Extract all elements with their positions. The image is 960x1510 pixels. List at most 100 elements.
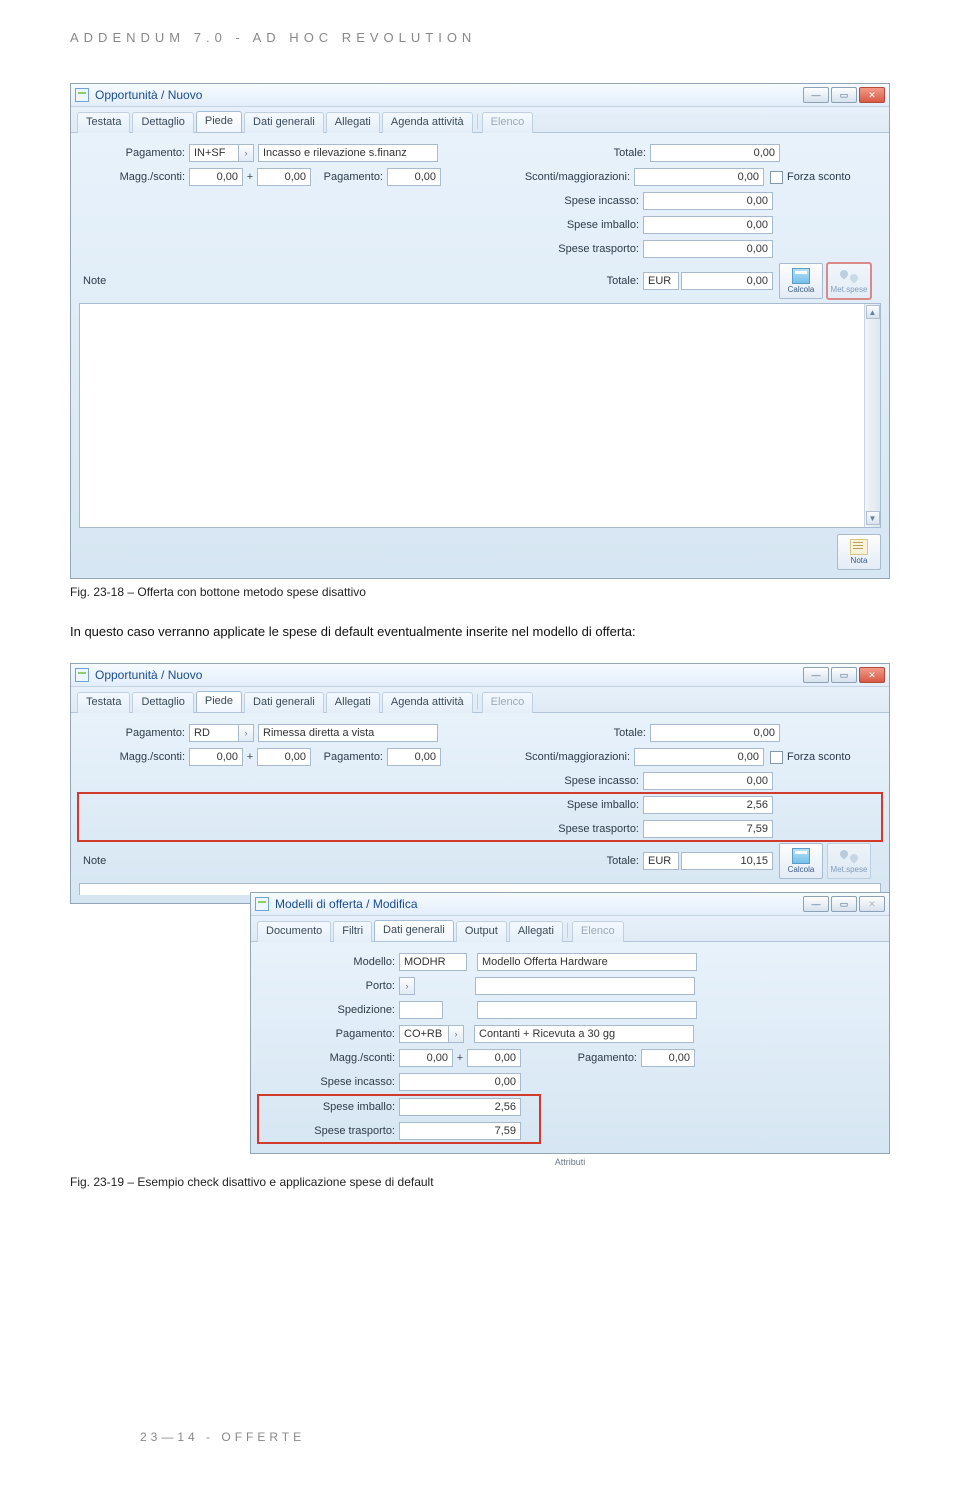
label-spedizione: Spedizione: (259, 1004, 399, 1016)
close-button[interactable]: ✕ (859, 667, 885, 683)
document-icon (75, 88, 89, 102)
forza-sconto-checkbox[interactable] (770, 171, 783, 184)
input-magg1[interactable]: 0,00 (189, 168, 243, 186)
tab-dati-generali[interactable]: Dati generali (374, 920, 454, 941)
tab-allegati[interactable]: Allegati (326, 692, 380, 713)
nota-button[interactable]: Nota (837, 534, 881, 570)
input-sped-code[interactable] (399, 1001, 443, 1019)
tab-testata[interactable]: Testata (77, 112, 130, 133)
tab-testata[interactable]: Testata (77, 692, 130, 713)
window-title: Opportunità / Nuovo (95, 668, 202, 682)
scroll-down-icon[interactable]: ▼ (866, 511, 880, 525)
lookup-pagamento-button[interactable]: › (448, 1025, 464, 1043)
input-sconti[interactable]: 0,00 (634, 748, 764, 766)
label-pagamento2: Pagamento: (521, 1052, 641, 1064)
titlebar: Opportunità / Nuovo — ▭ ✕ (71, 664, 889, 687)
label-spese-incasso: Spese incasso: (563, 195, 643, 207)
calcola-button[interactable]: Calcola (779, 843, 823, 879)
input-spese-trasporto[interactable]: 7,59 (643, 820, 773, 838)
input-magg2[interactable]: 0,00 (467, 1049, 521, 1067)
input-totale[interactable]: 0,00 (650, 144, 780, 162)
input-totale2[interactable]: 0,00 (681, 272, 773, 290)
input-mod-desc[interactable]: Modello Offerta Hardware (477, 953, 697, 971)
input-pag-desc[interactable]: Incasso e rilevazione s.finanz (258, 144, 438, 162)
label-spese-imballo: Spese imballo: (563, 799, 643, 811)
label-sconti: Sconti/maggiorazioni: (441, 171, 634, 183)
input-magg1[interactable]: 0,00 (399, 1049, 453, 1067)
input-spese-imballo[interactable]: 2,56 (399, 1098, 521, 1116)
label-totale2: Totale: (603, 275, 643, 287)
tab-filtri[interactable]: Filtri (333, 921, 372, 942)
input-pag2[interactable]: 0,00 (387, 748, 441, 766)
input-pag-code[interactable]: CO+RB (399, 1025, 449, 1043)
input-spese-incasso[interactable]: 0,00 (399, 1073, 521, 1091)
input-pag-desc[interactable]: Rimessa diretta a vista (258, 724, 438, 742)
input-spese-trasporto[interactable]: 7,59 (399, 1122, 521, 1140)
tab-elenco[interactable]: Elenco (482, 692, 534, 713)
figure-caption-2: Fig. 23-19 – Esempio check disattivo e a… (70, 1175, 890, 1189)
tab-dati-generali[interactable]: Dati generali (244, 112, 324, 133)
input-magg1[interactable]: 0,00 (189, 748, 243, 766)
input-totale[interactable]: 0,00 (650, 724, 780, 742)
input-totale2[interactable]: 10,15 (681, 852, 773, 870)
lookup-pagamento-button[interactable]: › (238, 144, 254, 162)
minimize-button[interactable]: — (803, 87, 829, 103)
maximize-button[interactable]: ▭ (831, 667, 857, 683)
tab-elenco[interactable]: Elenco (482, 112, 534, 133)
input-pag-code[interactable]: RD (189, 724, 239, 742)
input-pag2[interactable]: 0,00 (387, 168, 441, 186)
tab-allegati[interactable]: Allegati (326, 112, 380, 133)
method-icon (840, 268, 858, 284)
input-spese-incasso[interactable]: 0,00 (643, 192, 773, 210)
input-porto-desc[interactable] (475, 977, 695, 995)
lookup-porto-button[interactable]: › (399, 977, 415, 995)
label-forza: Forza sconto (787, 751, 851, 763)
input-magg2[interactable]: 0,00 (257, 168, 311, 186)
tab-elenco[interactable]: Elenco (572, 921, 624, 942)
figure-caption-1: Fig. 23-18 – Offerta con bottone metodo … (70, 585, 890, 599)
input-spese-incasso[interactable]: 0,00 (643, 772, 773, 790)
input-currency[interactable]: EUR (643, 272, 679, 290)
tab-agenda[interactable]: Agenda attività (382, 692, 473, 713)
label-sconti: Sconti/maggiorazioni: (441, 751, 634, 763)
titlebar: Opportunità / Nuovo — ▭ ✕ (71, 84, 889, 107)
input-pag-desc[interactable]: Contanti + Ricevuta a 30 gg (474, 1025, 694, 1043)
close-button[interactable]: ✕ (859, 896, 885, 912)
tab-agenda[interactable]: Agenda attività (382, 112, 473, 133)
met-spese-button[interactable]: Met.spese (827, 263, 871, 299)
minimize-button[interactable]: — (803, 896, 829, 912)
tab-dettaglio[interactable]: Dettaglio (132, 112, 193, 133)
input-sped-desc[interactable] (477, 1001, 697, 1019)
lookup-pagamento-button[interactable]: › (238, 724, 254, 742)
window-opportunita-2: Opportunità / Nuovo — ▭ ✕ Testata Dettag… (70, 663, 890, 904)
input-pag-code[interactable]: IN+SF (189, 144, 239, 162)
input-spese-imballo[interactable]: 2,56 (643, 796, 773, 814)
input-currency[interactable]: EUR (643, 852, 679, 870)
tab-dati-generali[interactable]: Dati generali (244, 692, 324, 713)
minimize-button[interactable]: — (803, 667, 829, 683)
tab-allegati[interactable]: Allegati (509, 921, 563, 942)
tab-piede[interactable]: Piede (196, 691, 242, 712)
scrollbar[interactable]: ▲ ▼ (864, 304, 880, 527)
tab-documento[interactable]: Documento (257, 921, 331, 942)
input-pag2[interactable]: 0,00 (641, 1049, 695, 1067)
label-pagamento: Pagamento: (259, 1028, 399, 1040)
forza-sconto-checkbox[interactable] (770, 751, 783, 764)
calcola-button[interactable]: Calcola (779, 263, 823, 299)
note-textarea[interactable]: ▲ ▼ (79, 303, 881, 528)
tab-piede[interactable]: Piede (196, 111, 242, 132)
tab-dettaglio[interactable]: Dettaglio (132, 692, 193, 713)
scroll-up-icon[interactable]: ▲ (866, 305, 880, 319)
input-spese-imballo[interactable]: 0,00 (643, 216, 773, 234)
input-sconti[interactable]: 0,00 (634, 168, 764, 186)
form-area: Pagamento: IN+SF › Incasso e rilevazione… (71, 132, 889, 578)
tab-output[interactable]: Output (456, 921, 507, 942)
maximize-button[interactable]: ▭ (831, 87, 857, 103)
close-button[interactable]: ✕ (859, 87, 885, 103)
met-spese-button[interactable]: Met.spese (827, 843, 871, 879)
input-magg2[interactable]: 0,00 (257, 748, 311, 766)
input-spese-trasporto[interactable]: 0,00 (643, 240, 773, 258)
plus-icon: + (243, 751, 257, 763)
input-mod-code[interactable]: MODHR (399, 953, 467, 971)
maximize-button[interactable]: ▭ (831, 896, 857, 912)
